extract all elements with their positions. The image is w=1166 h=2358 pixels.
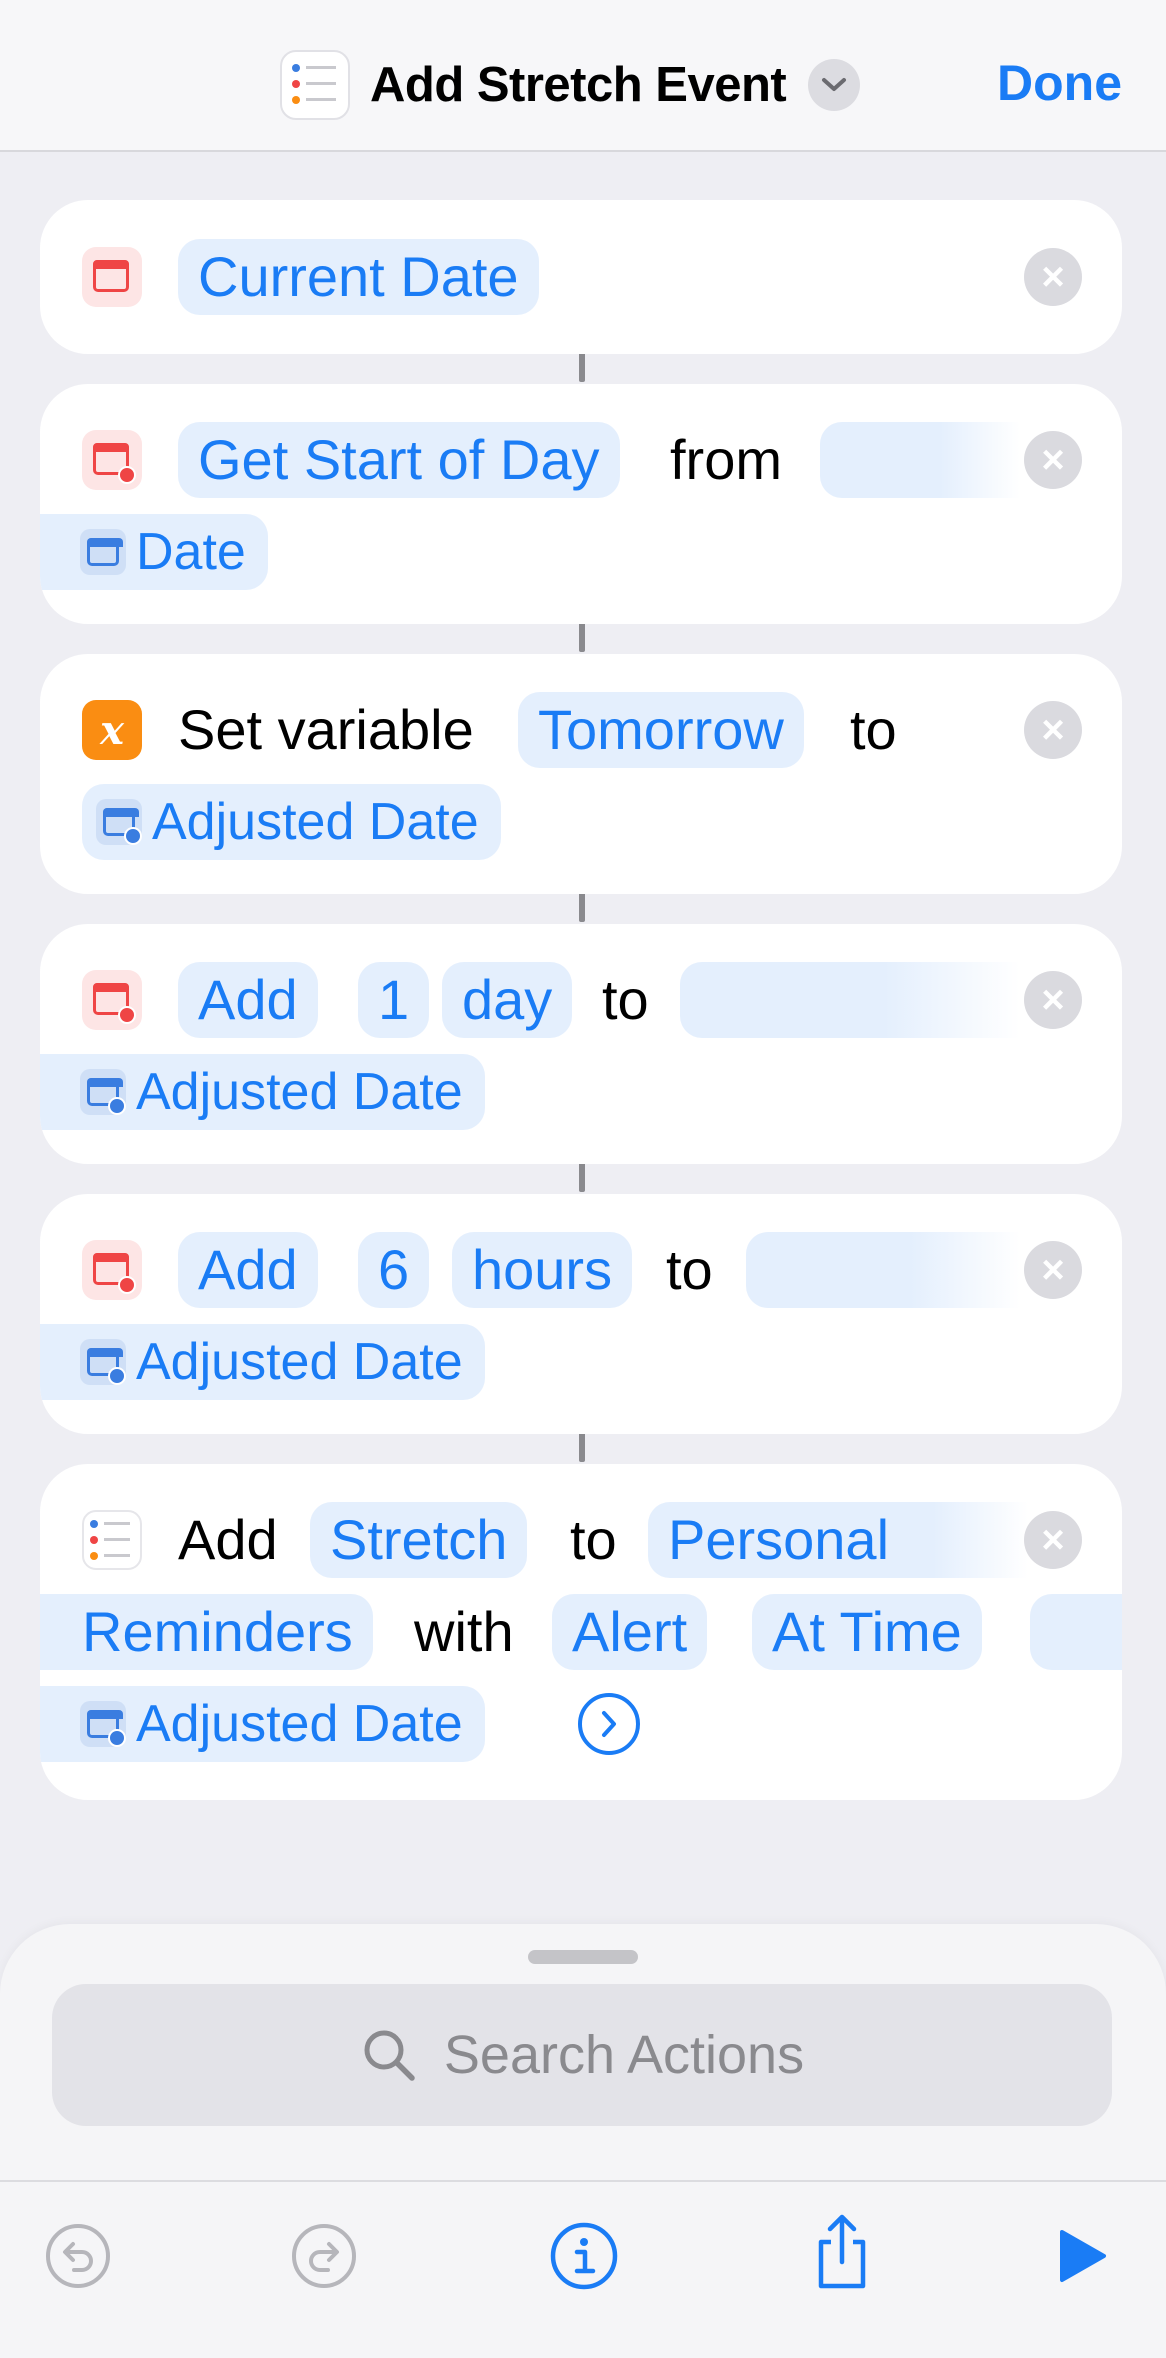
actions-bottom-sheet: Search Actions [0, 1924, 1166, 2184]
adjusted-date-variable-token[interactable]: Adjusted Date [40, 1054, 485, 1130]
search-actions-field[interactable]: Search Actions [52, 1984, 1112, 2126]
add-token[interactable]: Add [178, 962, 318, 1038]
variable-x-icon: x [82, 700, 142, 760]
calendar-icon [80, 529, 126, 575]
sheet-grabber[interactable] [528, 1950, 638, 1964]
action-connector [579, 622, 585, 652]
with-label: with [414, 1600, 514, 1663]
to-label: to [602, 968, 649, 1031]
amount-token[interactable]: 1 [358, 962, 430, 1038]
action-add-6-hours[interactable]: Add 6 hours to × Adjusted Date [40, 1194, 1122, 1434]
adjusted-date-variable-token[interactable]: Adjusted Date [40, 1324, 485, 1400]
action-connector [579, 892, 585, 922]
to-label: to [850, 698, 897, 761]
remove-action-button[interactable]: × [1024, 1241, 1082, 1299]
remove-action-button[interactable]: × [1024, 701, 1082, 759]
remove-action-button[interactable]: × [1024, 1511, 1082, 1569]
action-set-variable[interactable]: x Set variable Tomorrow to × Adjusted Da… [40, 654, 1122, 894]
action-current-date[interactable]: Current Date × [40, 200, 1122, 354]
remove-action-button[interactable]: × [1024, 431, 1082, 489]
alert-date-field[interactable] [1030, 1594, 1122, 1670]
calendar-clock-icon [82, 970, 142, 1030]
reminder-list-token[interactable]: Personal [648, 1502, 1028, 1578]
unit-token[interactable]: hours [452, 1232, 633, 1308]
search-placeholder: Search Actions [443, 2025, 805, 2085]
adjusted-date-variable-token[interactable]: Adjusted Date [40, 1686, 485, 1762]
to-label: to [570, 1508, 617, 1571]
calendar-clock-icon [82, 1240, 142, 1300]
current-date-token[interactable]: Current Date [178, 239, 539, 315]
action-connector [579, 1432, 585, 1462]
play-icon[interactable] [1040, 2216, 1120, 2296]
show-more-chevron-icon[interactable] [578, 1693, 640, 1755]
date-input-field[interactable] [680, 962, 1020, 1038]
to-label: to [666, 1238, 713, 1301]
search-icon [364, 2030, 415, 2081]
set-variable-label: Set variable [178, 698, 474, 761]
action-connector [579, 1162, 585, 1192]
action-get-start-of-day[interactable]: Get Start of Day from × Date [40, 384, 1122, 624]
add-token[interactable]: Add [178, 1232, 318, 1308]
bottom-toolbar [0, 2180, 1166, 2358]
reminders-icon [82, 1510, 142, 1570]
action-connector [579, 352, 585, 382]
from-label: from [670, 428, 782, 491]
date-input-field[interactable] [746, 1232, 1020, 1308]
shortcut-title-menu[interactable]: Add Stretch Event [280, 48, 861, 122]
action-add-reminder[interactable]: Add Stretch to Personal × Reminders with… [40, 1464, 1122, 1800]
calendar-clock-icon [80, 1701, 126, 1747]
calendar-clock-icon [96, 799, 142, 845]
get-start-of-day-token[interactable]: Get Start of Day [178, 422, 620, 498]
page-title: Add Stretch Event [370, 58, 787, 112]
reminder-list-token-continued[interactable]: Reminders [40, 1594, 373, 1670]
unit-token[interactable]: day [442, 962, 573, 1038]
action-add-1-day[interactable]: Add 1 day to × Adjusted Date [40, 924, 1122, 1164]
navigation-bar: Add Stretch Event Done [0, 0, 1166, 152]
calendar-clock-icon [80, 1339, 126, 1385]
alert-time-token[interactable]: At Time [752, 1594, 982, 1670]
date-input-field[interactable] [820, 422, 1020, 498]
remove-action-button[interactable]: × [1024, 971, 1082, 1029]
date-variable-token[interactable]: Date [40, 514, 268, 590]
amount-token[interactable]: 6 [358, 1232, 430, 1308]
reminders-app-icon [280, 50, 350, 120]
share-icon[interactable] [802, 2212, 882, 2292]
alert-token[interactable]: Alert [552, 1594, 708, 1670]
adjusted-date-variable-token[interactable]: Adjusted Date [82, 784, 501, 860]
done-button[interactable]: Done [997, 54, 1122, 112]
add-label: Add [178, 1508, 278, 1571]
info-icon[interactable] [544, 2216, 624, 2296]
chevron-down-icon[interactable] [808, 59, 861, 111]
calendar-icon [82, 247, 142, 307]
redo-icon[interactable] [284, 2216, 364, 2296]
remove-action-button[interactable]: × [1024, 248, 1082, 306]
calendar-clock-icon [80, 1069, 126, 1115]
tomorrow-token[interactable]: Tomorrow [518, 692, 804, 768]
undo-icon[interactable] [38, 2216, 118, 2296]
reminder-title-token[interactable]: Stretch [310, 1502, 528, 1578]
calendar-clock-icon [82, 430, 142, 490]
